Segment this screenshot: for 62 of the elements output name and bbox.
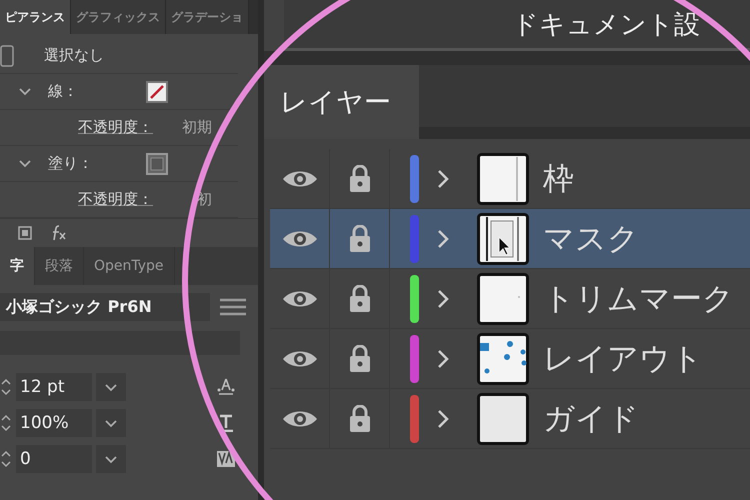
vertical-scale-icon [216,378,236,396]
chevron-right-icon[interactable] [437,168,449,188]
lock-icon[interactable] [348,404,372,432]
property-label: 線： [48,82,78,101]
panel-title: ドキュメント設 [512,8,700,42]
opacity-label: 不透明度： [78,190,153,209]
layer-thumbnail [477,212,529,264]
layer-name: 枠 [543,160,574,198]
selection-label: 選択なし [44,46,104,65]
layer-thumbnail [477,392,529,444]
effects-icon[interactable] [50,224,66,242]
lock-icon[interactable] [348,164,372,192]
dropdown-button[interactable] [96,373,126,401]
stroke-swatch-icon[interactable] [146,80,168,102]
stepper-icon[interactable] [0,414,12,432]
font-style-field[interactable] [0,331,240,355]
square-icon [0,44,14,66]
lock-icon[interactable] [348,344,372,372]
menu-icon[interactable] [220,298,246,316]
chevron-down-icon [104,418,118,428]
chevron-right-icon[interactable] [437,348,449,368]
layer-row[interactable]: ガイド [270,389,750,449]
chevron-down-icon[interactable] [18,86,32,98]
kerning-icon [216,450,236,468]
chevron-down-icon [104,382,118,392]
property-label: 塗り： [48,154,93,173]
layer-name: ガイド [543,400,639,438]
layer-thumbnail [477,332,529,384]
opacity-value: 初期 [182,118,212,137]
layer-thumbnail [477,272,529,324]
panel-tab[interactable]: 段落 [35,247,84,285]
layer-thumbnail [477,152,529,204]
panel-tab[interactable]: 字 [0,247,35,285]
chevron-down-icon [104,454,118,464]
value-field[interactable]: 0 [16,445,92,473]
chevron-right-icon[interactable] [437,288,449,308]
chevron-right-icon[interactable] [437,408,449,428]
layer-row[interactable]: レイアウト [270,329,750,389]
layer-name: マスク [543,220,639,258]
layer-row[interactable]: マスク [270,209,750,269]
square-icon[interactable] [18,226,32,240]
panel-tab[interactable]: レイヤー [264,65,419,139]
fill-swatch-icon[interactable] [146,152,168,174]
font-field[interactable]: 小塚ゴシック Pr6N [0,293,210,321]
stepper-icon[interactable] [0,378,12,396]
chevron-right-icon[interactable] [437,228,449,248]
stepper-icon[interactable] [0,450,12,468]
layer-name: レイアウト [543,340,703,378]
panel-tab[interactable]: OpenType [84,247,175,285]
layer-row[interactable]: 枠 [270,149,750,209]
value-field[interactable]: 12 pt [16,373,92,401]
opacity-label: 不透明度： [78,118,153,137]
lock-icon[interactable] [348,284,372,312]
dropdown-button[interactable] [96,409,126,437]
layer-row[interactable]: トリムマーク [270,269,750,329]
chevron-down-icon[interactable] [18,158,32,170]
layer-name: トリムマーク [543,280,734,318]
panel-tab[interactable]: ピアランス [0,0,71,34]
value-field[interactable]: 100% [16,409,92,437]
opacity-value: 初 [197,190,212,209]
dropdown-button[interactable] [96,445,126,473]
lock-icon[interactable] [348,224,372,252]
